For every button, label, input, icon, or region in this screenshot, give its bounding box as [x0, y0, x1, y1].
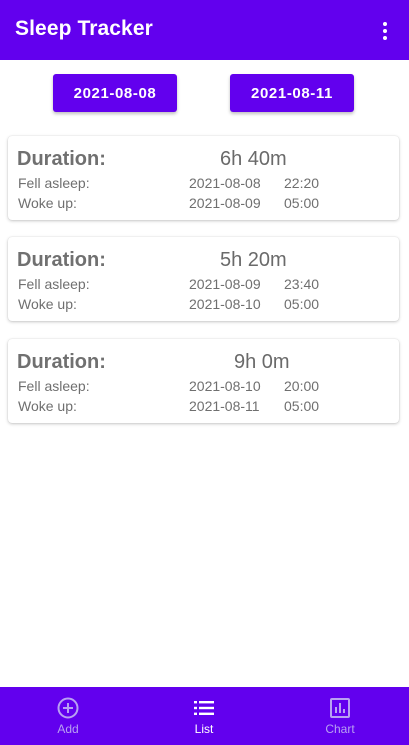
fell-asleep-time: 20:00 — [284, 378, 320, 394]
duration-value: 9h 0m — [234, 351, 290, 373]
sleep-record-card[interactable]: Duration: 9h 0m Fell asleep: 2021-08-10 … — [8, 339, 399, 423]
duration-value: 5h 20m — [220, 249, 287, 271]
duration-label: Duration: — [17, 148, 106, 170]
duration-value: 6h 40m — [220, 148, 287, 170]
fell-asleep-date: 2021-08-10 — [189, 378, 261, 394]
woke-up-time: 05:00 — [284, 195, 320, 211]
more-vert-icon[interactable] — [373, 19, 397, 43]
woke-up-date: 2021-08-11 — [189, 398, 260, 414]
app-title: Sleep Tracker — [15, 17, 153, 40]
woke-up-date: 2021-08-09 — [189, 195, 261, 211]
woke-up-time: 05:00 — [284, 296, 320, 312]
duration-label: Duration: — [17, 351, 106, 373]
fell-asleep-label: Fell asleep: — [18, 175, 90, 191]
list-icon — [194, 701, 214, 715]
chart-icon — [330, 698, 350, 718]
nav-add-label: Add — [57, 722, 79, 736]
nav-chart[interactable]: Chart — [272, 687, 408, 745]
fell-asleep-label: Fell asleep: — [18, 378, 90, 394]
nav-chart-label: Chart — [325, 722, 355, 736]
nav-list[interactable]: List — [136, 687, 272, 745]
bottom-navigation: Add List Chart — [0, 687, 409, 745]
sleep-record-card[interactable]: Duration: 6h 40m Fell asleep: 2021-08-08… — [8, 136, 399, 220]
fell-asleep-date: 2021-08-08 — [189, 175, 261, 191]
app-bar: Sleep Tracker — [0, 0, 409, 60]
fell-asleep-label: Fell asleep: — [18, 276, 90, 292]
duration-label: Duration: — [17, 249, 106, 271]
woke-up-date: 2021-08-10 — [189, 296, 261, 312]
woke-up-label: Woke up: — [18, 296, 77, 312]
fell-asleep-date: 2021-08-09 — [189, 276, 261, 292]
woke-up-label: Woke up: — [18, 398, 77, 414]
fell-asleep-time: 22:20 — [284, 175, 320, 191]
woke-up-label: Woke up: — [18, 195, 77, 211]
fell-asleep-time: 23:40 — [284, 276, 320, 292]
add-circle-icon — [57, 697, 79, 719]
sleep-record-card[interactable]: Duration: 5h 20m Fell asleep: 2021-08-09… — [8, 237, 399, 321]
woke-up-time: 05:00 — [284, 398, 320, 414]
nav-list-label: List — [194, 722, 214, 736]
end-date-button[interactable]: 2021-08-11 — [230, 74, 354, 112]
nav-add[interactable]: Add — [0, 687, 136, 745]
start-date-button[interactable]: 2021-08-08 — [53, 74, 177, 112]
